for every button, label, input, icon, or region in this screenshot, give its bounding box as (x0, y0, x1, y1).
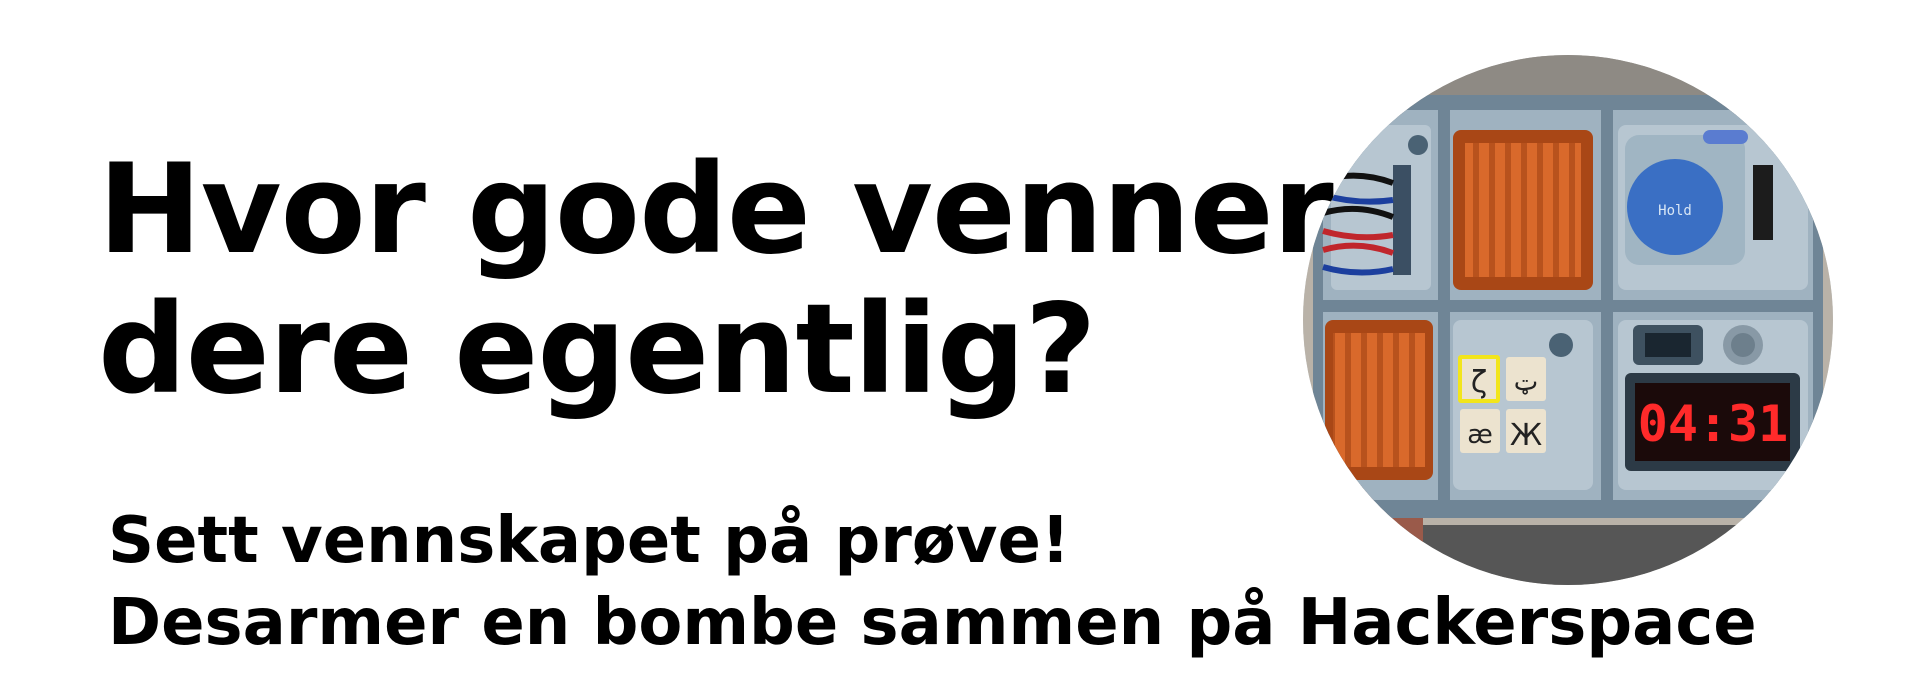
hold-button-label: Hold (1658, 203, 1692, 219)
keypad-module: ζ ټ æ Ж (1453, 320, 1593, 490)
countdown-timer: 04:31 (1638, 395, 1789, 453)
button-module: Hold (1618, 125, 1808, 290)
bomb-game-image: Hold ζ ټ æ Ж 04:31 (1303, 55, 1833, 585)
headline-line-2: dere egentlig? (98, 278, 1097, 422)
vent-module-top (1453, 130, 1593, 290)
keypad-key-2: ټ (1514, 367, 1538, 397)
keypad-key-3: æ (1467, 420, 1493, 450)
timer-module: 04:31 (1618, 320, 1808, 490)
subheadline-line-2: Desarmer en bombe sammen på Hackerspace (108, 586, 1757, 660)
bomb-illustration: Hold ζ ټ æ Ж 04:31 (1303, 55, 1833, 585)
indicator-strip (1753, 165, 1773, 240)
vent-module-bottom (1325, 320, 1433, 480)
headline: Hvor gode venner er dere egentlig? (98, 138, 1519, 422)
keypad-key-4: Ж (1510, 418, 1542, 453)
keypad-key-1: ζ (1471, 365, 1487, 400)
headline-line-1: Hvor gode venner er (98, 138, 1519, 282)
